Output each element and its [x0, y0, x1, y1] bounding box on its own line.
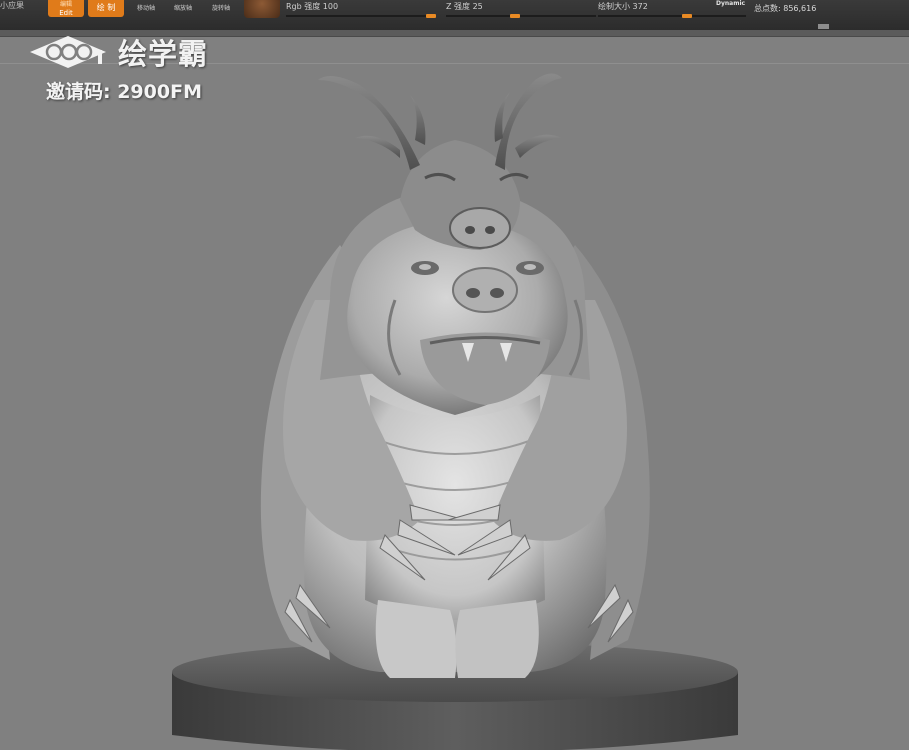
z-intensity-label: Z 强度 25 — [446, 2, 483, 11]
z-intensity-knob[interactable] — [510, 14, 520, 18]
scale-tool-label: 缩放轴 — [173, 5, 192, 12]
dynamic-toggle[interactable]: Dynamic — [716, 0, 745, 7]
invite-code: 邀请码: 2900FM — [46, 81, 202, 103]
move-tool[interactable]: 移动轴 — [131, 3, 161, 12]
scale-tool[interactable]: 缩放轴 — [168, 3, 198, 12]
edit-button-label: Edit — [59, 9, 73, 17]
move-tool-label: 移动轴 — [136, 5, 155, 12]
brush-thumbnail[interactable] — [244, 0, 280, 18]
draw-size-knob[interactable] — [682, 14, 692, 18]
rgb-intensity-track — [286, 15, 436, 17]
rgb-intensity-label: Rgb 强度 100 — [286, 2, 339, 11]
edit-button[interactable]: 编辑 Edit — [48, 0, 84, 17]
top-toolbar: 小应果 编辑 Edit 绘 制 移动轴 缩放轴 旋转轴 Rgb 强度 100 Z… — [0, 0, 909, 31]
brand-name: 绘学霸 — [118, 37, 209, 71]
draw-size-label: 绘制大小 372 — [598, 2, 648, 11]
total-points: 总点数: 856,616 — [754, 4, 817, 13]
truncated-label: 小应果 — [0, 1, 24, 10]
toolbar-scroll-handle[interactable] — [818, 24, 829, 29]
z-intensity-slider[interactable]: Z 强度 25 — [446, 0, 596, 18]
edit-button-cn: 编辑 — [59, 1, 72, 8]
z-intensity-track — [446, 15, 596, 17]
rotate-tool-label: 旋转轴 — [211, 5, 230, 12]
draw-button-label: 绘 制 — [96, 3, 116, 12]
rotate-tool[interactable]: 旋转轴 — [206, 3, 236, 12]
draw-size-track — [598, 15, 746, 17]
sculpt-model — [172, 73, 738, 750]
rgb-intensity-knob[interactable] — [426, 14, 436, 18]
draw-button[interactable]: 绘 制 — [88, 0, 124, 17]
rgb-intensity-slider[interactable]: Rgb 强度 100 — [286, 0, 436, 18]
